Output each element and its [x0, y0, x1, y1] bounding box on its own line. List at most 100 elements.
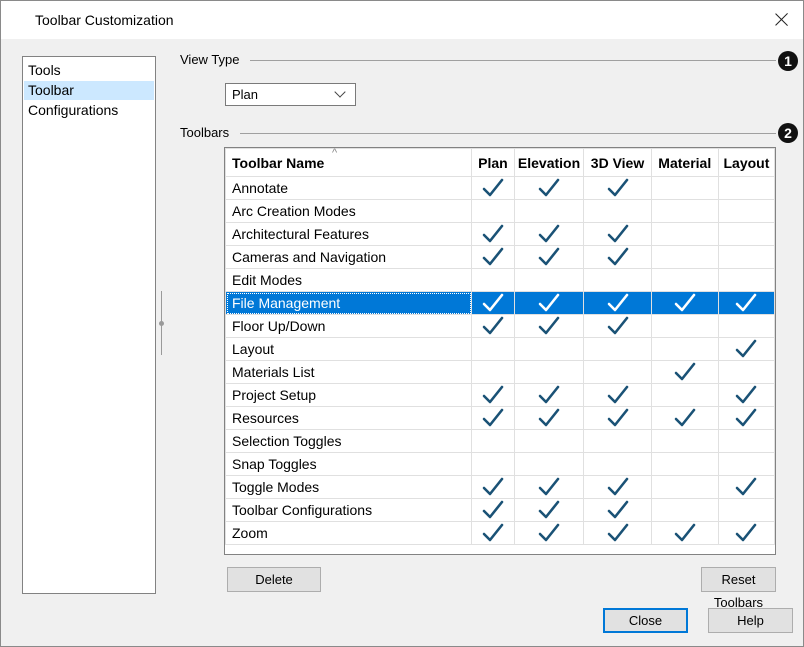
toggle-cell[interactable] — [513, 268, 585, 292]
toolbar-name-cell[interactable]: File Management — [225, 291, 473, 315]
toggle-cell[interactable] — [471, 337, 515, 361]
toggle-cell[interactable] — [583, 199, 652, 223]
toolbar-name-cell[interactable]: Layout — [225, 337, 473, 361]
toolbar-name-cell[interactable]: Project Setup — [225, 383, 473, 407]
toggle-cell[interactable] — [717, 521, 775, 545]
column-header-plan[interactable]: Plan — [471, 148, 515, 177]
toggle-cell[interactable] — [650, 268, 719, 292]
toggle-cell[interactable] — [717, 406, 775, 430]
toggle-cell[interactable] — [471, 475, 515, 499]
toggle-cell[interactable] — [650, 176, 719, 200]
toolbar-name-cell[interactable]: Selection Toggles — [225, 429, 473, 453]
toggle-cell[interactable] — [471, 222, 515, 246]
column-header-elevation[interactable]: Elevation — [513, 148, 585, 177]
toolbar-name-cell[interactable]: Resources — [225, 406, 473, 430]
toggle-cell[interactable] — [717, 360, 775, 384]
toggle-cell[interactable] — [717, 383, 775, 407]
table-row[interactable]: Zoom — [225, 521, 775, 545]
toggle-cell[interactable] — [650, 475, 719, 499]
table-row[interactable]: Toggle Modes — [225, 475, 775, 499]
table-row[interactable]: Resources — [225, 406, 775, 430]
toggle-cell[interactable] — [583, 429, 652, 453]
close-icon[interactable] — [771, 9, 793, 31]
column-header-layout[interactable]: Layout — [717, 148, 775, 177]
toolbar-name-cell[interactable]: Annotate — [225, 176, 473, 200]
toggle-cell[interactable] — [650, 360, 719, 384]
toggle-cell[interactable] — [717, 222, 775, 246]
table-row[interactable]: Toolbar Configurations — [225, 498, 775, 522]
toolbar-name-cell[interactable]: Architectural Features — [225, 222, 473, 246]
table-row[interactable]: Arc Creation Modes — [225, 199, 775, 223]
toggle-cell[interactable] — [471, 314, 515, 338]
toggle-cell[interactable] — [650, 245, 719, 269]
toggle-cell[interactable] — [650, 314, 719, 338]
toggle-cell[interactable] — [583, 222, 652, 246]
toggle-cell[interactable] — [513, 406, 585, 430]
toggle-cell[interactable] — [650, 199, 719, 223]
table-row[interactable]: Edit Modes — [225, 268, 775, 292]
toggle-cell[interactable] — [471, 406, 515, 430]
toggle-cell[interactable] — [513, 199, 585, 223]
toggle-cell[interactable] — [513, 222, 585, 246]
toggle-cell[interactable] — [717, 452, 775, 476]
toolbar-name-cell[interactable]: Toggle Modes — [225, 475, 473, 499]
toggle-cell[interactable] — [583, 521, 652, 545]
toggle-cell[interactable] — [717, 176, 775, 200]
close-button[interactable]: Close — [603, 608, 688, 633]
toggle-cell[interactable] — [650, 222, 719, 246]
toggle-cell[interactable] — [513, 176, 585, 200]
toggle-cell[interactable] — [583, 176, 652, 200]
toggle-cell[interactable] — [513, 452, 585, 476]
tree-item-tools[interactable]: Tools — [24, 61, 154, 80]
toggle-cell[interactable] — [650, 383, 719, 407]
toolbar-name-cell[interactable]: Edit Modes — [225, 268, 473, 292]
toggle-cell[interactable] — [583, 406, 652, 430]
splitter-grip[interactable] — [159, 321, 164, 326]
toggle-cell[interactable] — [583, 291, 652, 315]
toggle-cell[interactable] — [650, 452, 719, 476]
toggle-cell[interactable] — [650, 521, 719, 545]
toggle-cell[interactable] — [513, 337, 585, 361]
toggle-cell[interactable] — [717, 268, 775, 292]
toggle-cell[interactable] — [471, 521, 515, 545]
toggle-cell[interactable] — [513, 521, 585, 545]
toggle-cell[interactable] — [583, 337, 652, 361]
toggle-cell[interactable] — [583, 268, 652, 292]
toggle-cell[interactable] — [513, 498, 585, 522]
toggle-cell[interactable] — [471, 245, 515, 269]
table-row[interactable]: Floor Up/Down — [225, 314, 775, 338]
toggle-cell[interactable] — [513, 314, 585, 338]
toggle-cell[interactable] — [513, 383, 585, 407]
table-row[interactable]: Cameras and Navigation — [225, 245, 775, 269]
column-header-toolbar-name[interactable]: Toolbar Name ^ — [225, 148, 473, 177]
toggle-cell[interactable] — [650, 291, 719, 315]
column-header-3d-view[interactable]: 3D View — [583, 148, 652, 177]
toggle-cell[interactable] — [650, 337, 719, 361]
reset-toolbars-button[interactable]: Reset Toolbars — [701, 567, 776, 610]
toggle-cell[interactable] — [513, 429, 585, 453]
tree-item-configurations[interactable]: Configurations — [24, 101, 154, 120]
toggle-cell[interactable] — [717, 337, 775, 361]
toolbar-name-cell[interactable]: Materials List — [225, 360, 473, 384]
toggle-cell[interactable] — [471, 498, 515, 522]
toggle-cell[interactable] — [513, 475, 585, 499]
table-row[interactable]: Layout — [225, 337, 775, 361]
toolbar-name-cell[interactable]: Toolbar Configurations — [225, 498, 473, 522]
toggle-cell[interactable] — [471, 268, 515, 292]
delete-button[interactable]: Delete — [227, 567, 321, 592]
toggle-cell[interactable] — [717, 475, 775, 499]
view-type-dropdown[interactable]: Plan — [225, 83, 356, 106]
table-row[interactable]: Architectural Features — [225, 222, 775, 246]
toggle-cell[interactable] — [583, 314, 652, 338]
toggle-cell[interactable] — [471, 360, 515, 384]
table-row[interactable]: Annotate — [225, 176, 775, 200]
toggle-cell[interactable] — [717, 199, 775, 223]
table-row[interactable]: Selection Toggles — [225, 429, 775, 453]
table-row[interactable]: Project Setup — [225, 383, 775, 407]
table-row[interactable]: File Management — [225, 291, 775, 315]
toggle-cell[interactable] — [471, 429, 515, 453]
toggle-cell[interactable] — [583, 452, 652, 476]
table-row[interactable]: Snap Toggles — [225, 452, 775, 476]
toggle-cell[interactable] — [583, 360, 652, 384]
toggle-cell[interactable] — [513, 245, 585, 269]
